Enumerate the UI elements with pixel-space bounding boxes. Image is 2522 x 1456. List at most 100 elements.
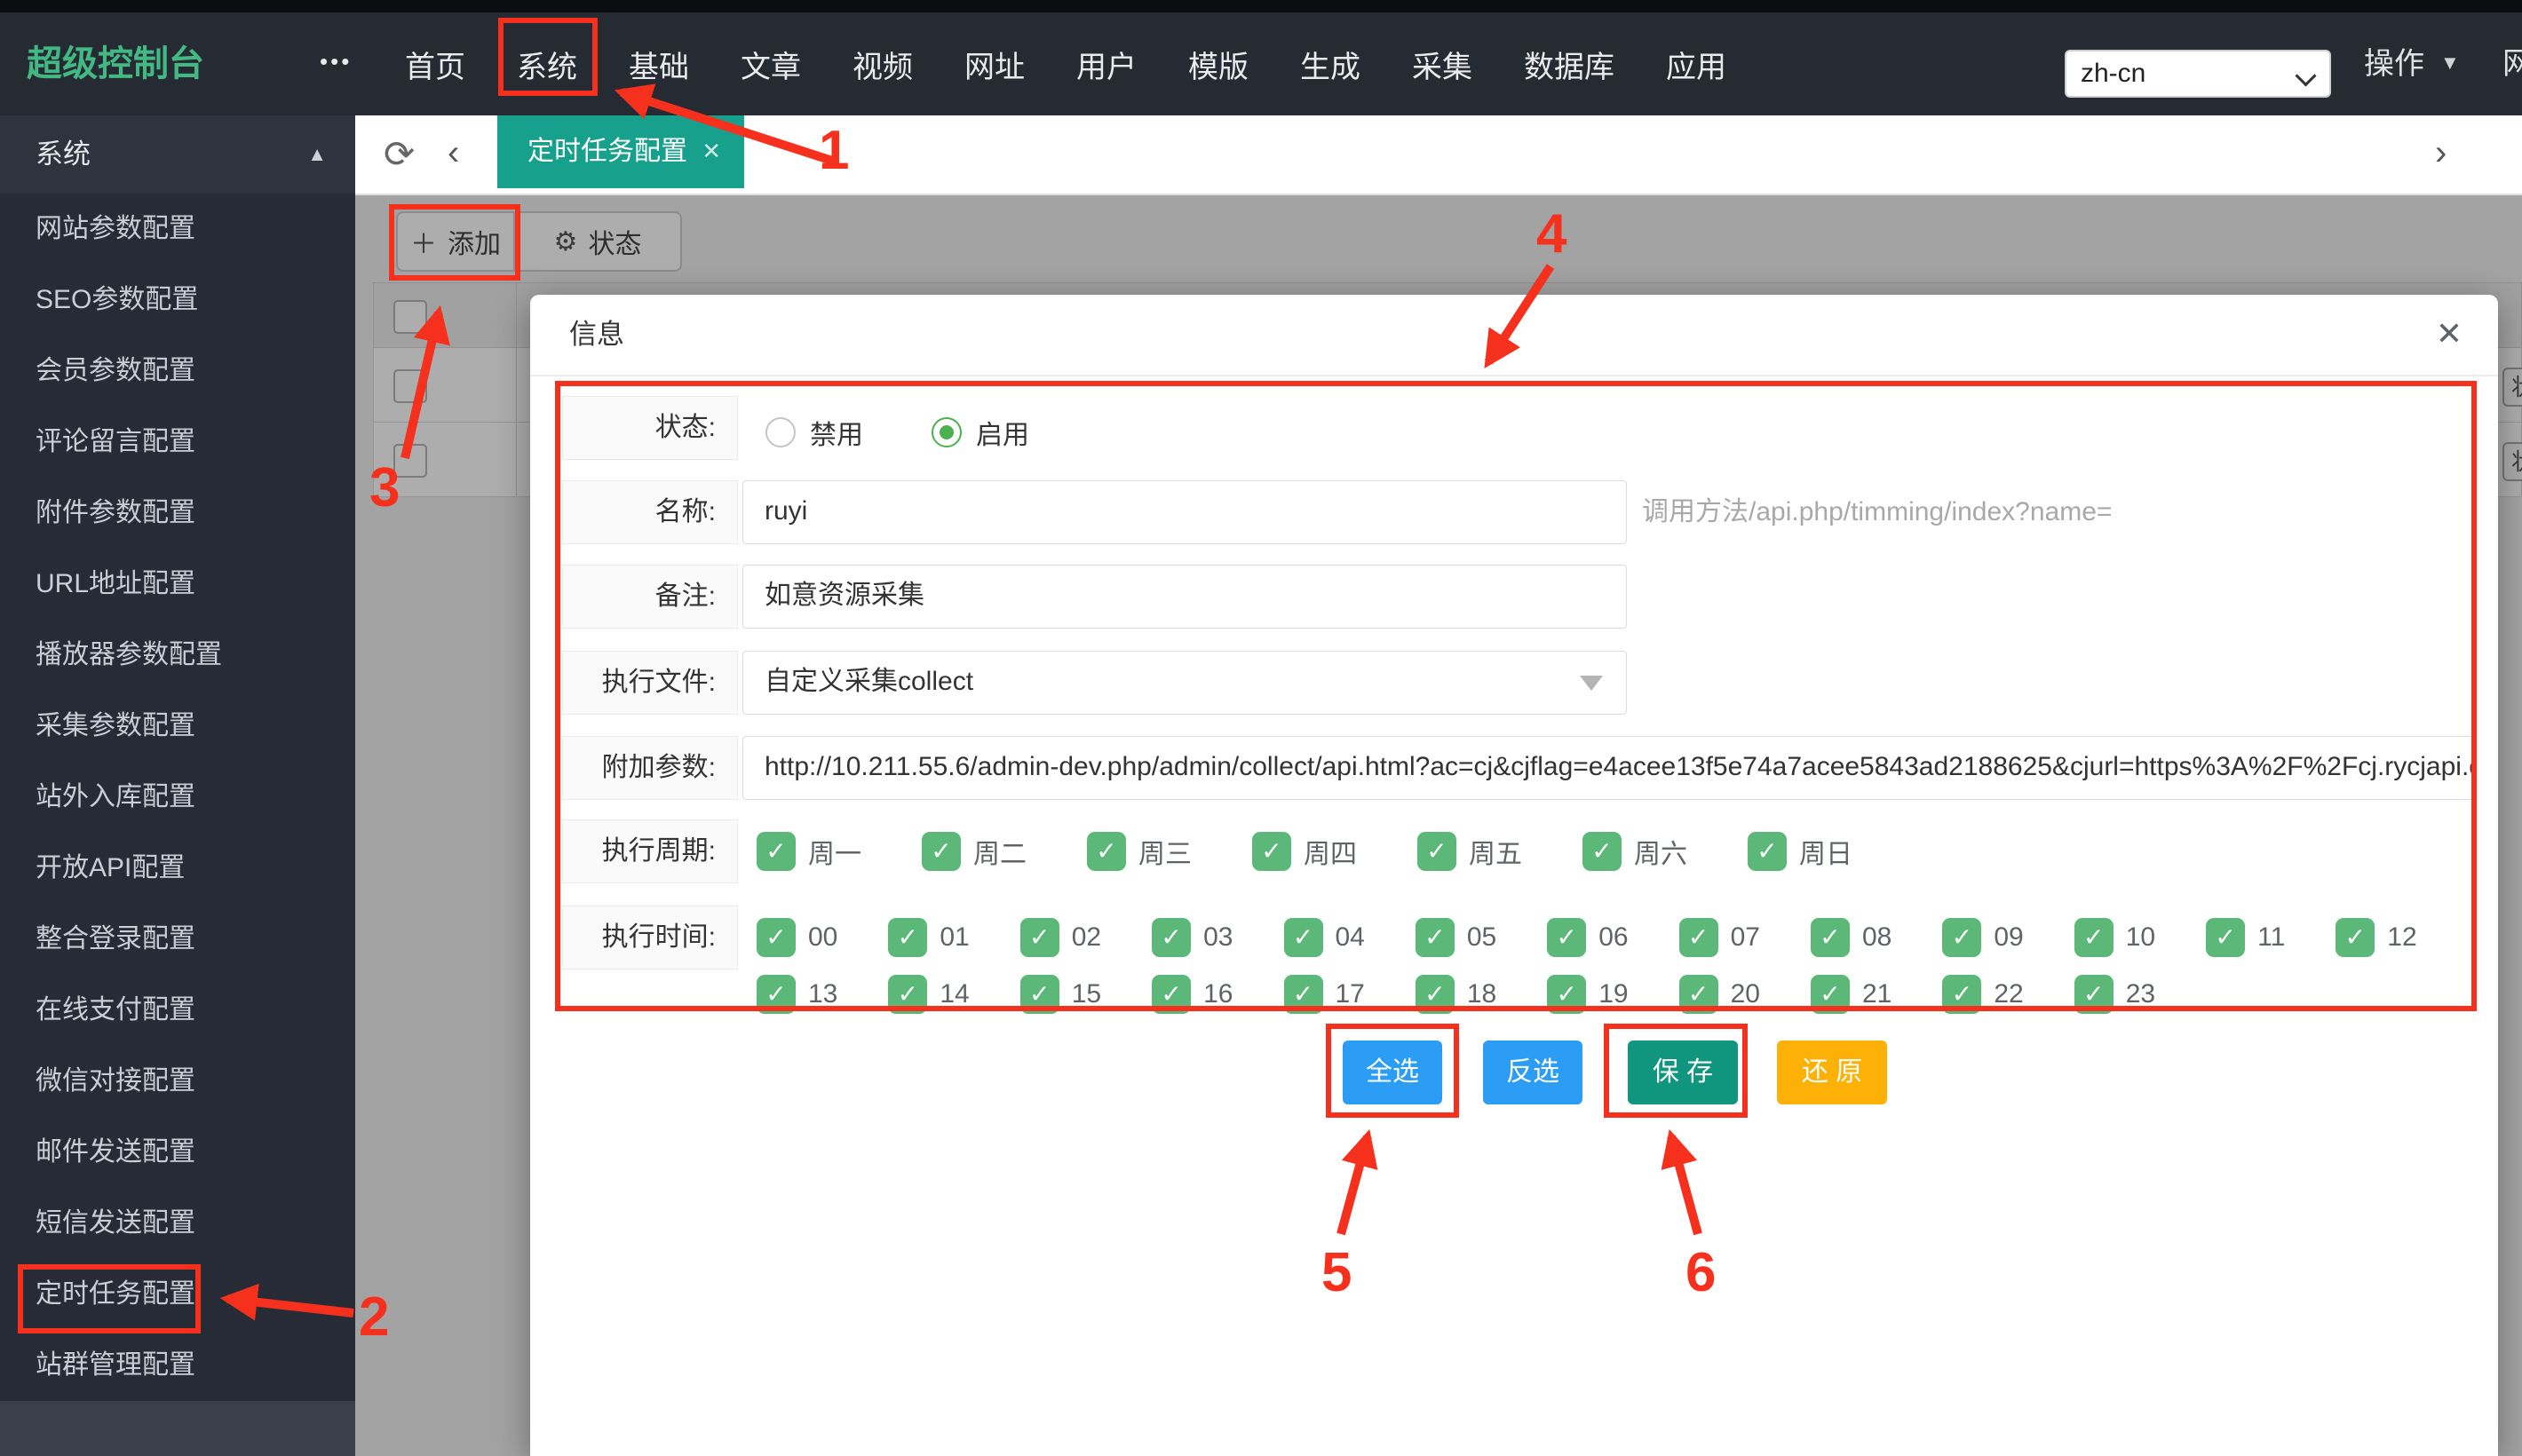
hour-checkbox[interactable]: ✓ 11 [2206, 918, 2285, 957]
radio-disable-label: 禁用 [810, 413, 863, 452]
nav-menu-item[interactable]: 文章 [741, 43, 801, 86]
hour-checkbox[interactable]: ✓ 09 [1942, 918, 2023, 957]
language-select-value: zh-cn [2081, 51, 2145, 96]
hour-label: 04 [1336, 922, 1365, 953]
save-button[interactable]: 保 存 [1628, 1041, 1738, 1104]
sidebar-menu-item[interactable]: 在线支付配置 [0, 975, 355, 1046]
radio-enable[interactable]: 启用 [932, 413, 1029, 452]
sidebar-menu-item[interactable]: 会员参数配置 [0, 336, 355, 407]
sidebar-group-header[interactable]: 系统 ▲ [0, 115, 355, 194]
nav-menu-item[interactable]: 生成 [1300, 43, 1360, 86]
sidebar-menu-item[interactable]: 邮件发送配置 [0, 1117, 355, 1188]
dropdown-caret-icon[interactable] [1580, 676, 1603, 691]
note-input[interactable]: 如意资源采集 [742, 565, 1627, 629]
hour-checkbox[interactable]: ✓ 22 [1942, 975, 2023, 1014]
sidebar-menu-item[interactable]: 附件参数配置 [0, 478, 355, 549]
hour-checkbox[interactable]: ✓ 13 [757, 975, 837, 1014]
weekday-checkbox[interactable]: ✓ 周六 [1582, 832, 1687, 871]
checkbox-checked-icon: ✓ [1417, 832, 1456, 871]
nav-menu-item[interactable]: 首页 [405, 43, 465, 86]
hours-checkbox-group-row2: ✓ 13 ✓ 14 ✓ 15 ✓ 16 ✓ 17 ✓ 18 ✓ 19 ✓ 20 … [757, 975, 2155, 1014]
sidebar-menu-item[interactable]: 站群管理配置 [0, 1330, 355, 1401]
weekday-checkbox[interactable]: ✓ 周三 [1087, 832, 1192, 871]
hour-checkbox[interactable]: ✓ 05 [1416, 918, 1496, 957]
nav-menu-item[interactable]: 采集 [1412, 43, 1472, 86]
nav-menu-item[interactable]: 用户 [1076, 43, 1137, 86]
nav-menu-item[interactable]: 视频 [853, 43, 913, 86]
hour-checkbox[interactable]: ✓ 15 [1020, 975, 1101, 1014]
hour-checkbox[interactable]: ✓ 10 [2074, 918, 2155, 957]
weekday-checkbox[interactable]: ✓ 周四 [1252, 832, 1357, 871]
action-dropdown[interactable]: 操作 [2364, 12, 2424, 115]
hour-checkbox[interactable]: ✓ 20 [1679, 975, 1760, 1014]
checkbox-checked-icon: ✓ [1679, 918, 1718, 957]
params-input[interactable]: http://10.211.55.6/admin-dev.php/admin/c… [742, 736, 2474, 800]
hours-checkbox-group-row1: ✓ 00 ✓ 01 ✓ 02 ✓ 03 ✓ 04 ✓ 05 ✓ 06 ✓ 07 … [757, 918, 2417, 957]
sidebar-menu-item[interactable]: URL地址配置 [0, 549, 355, 620]
radio-disable[interactable]: 禁用 [765, 413, 863, 452]
hour-label: 13 [808, 979, 837, 1009]
nav-menu-item[interactable]: 应用 [1666, 43, 1726, 86]
sidebar-menu-item[interactable]: 采集参数配置 [0, 691, 355, 762]
select-all-button[interactable]: 全选 [1343, 1041, 1442, 1104]
invert-selection-button[interactable]: 反选 [1483, 1041, 1582, 1104]
hour-checkbox[interactable]: ✓ 06 [1547, 918, 1628, 957]
sidebar-menu-item[interactable]: 微信对接配置 [0, 1046, 355, 1117]
nav-clipped-item[interactable]: 网 [2502, 12, 2522, 115]
sidebar-menu-item[interactable]: 定时任务配置 [0, 1259, 355, 1330]
nav-menu-item[interactable]: 基础 [629, 43, 689, 86]
hour-checkbox[interactable]: ✓ 17 [1284, 975, 1365, 1014]
language-select[interactable]: zh-cn [2065, 50, 2331, 98]
hour-label: 18 [1467, 979, 1496, 1009]
hour-checkbox[interactable]: ✓ 18 [1416, 975, 1496, 1014]
weekday-checkbox[interactable]: ✓ 周二 [922, 832, 1027, 871]
weekday-checkbox[interactable]: ✓ 周一 [757, 832, 861, 871]
nav-menu-item[interactable]: 模版 [1188, 43, 1249, 86]
hour-checkbox[interactable]: ✓ 02 [1020, 918, 1101, 957]
weekday-label: 周四 [1304, 832, 1357, 871]
tab-close-icon[interactable]: ✕ [702, 115, 721, 188]
hour-checkbox[interactable]: ✓ 04 [1284, 918, 1365, 957]
sidebar-menu-item[interactable]: 整合登录配置 [0, 904, 355, 975]
close-icon[interactable]: ✕ [2436, 295, 2463, 375]
nav-menu-item[interactable]: 系统 [517, 43, 577, 86]
hour-label: 06 [1598, 922, 1628, 953]
sidebar-menu-item[interactable]: SEO参数配置 [0, 265, 355, 336]
chevron-left-icon[interactable]: ‹ [448, 115, 459, 194]
hour-checkbox[interactable]: ✓ 01 [888, 918, 969, 957]
hour-label: 07 [1731, 922, 1760, 953]
tab-scheduled-tasks[interactable]: 定时任务配置 ✕ [497, 115, 744, 188]
sidebar-menu-item[interactable]: 短信发送配置 [0, 1188, 355, 1259]
nav-menu-item[interactable]: 网址 [964, 43, 1025, 86]
hour-checkbox[interactable]: ✓ 07 [1679, 918, 1760, 957]
sidebar-menu-item[interactable]: 站外入库配置 [0, 762, 355, 833]
checkbox-checked-icon: ✓ [1547, 918, 1586, 957]
exec-file-select[interactable]: 自定义采集collect [742, 651, 1627, 715]
sidebar-menu-item[interactable]: 开放API配置 [0, 833, 355, 904]
hour-checkbox[interactable]: ✓ 16 [1152, 975, 1233, 1014]
hour-checkbox[interactable]: ✓ 00 [757, 918, 837, 957]
sidebar-menu-item[interactable]: 评论留言配置 [0, 407, 355, 478]
hour-checkbox[interactable]: ✓ 23 [2074, 975, 2155, 1014]
hour-checkbox[interactable]: ✓ 21 [1811, 975, 1892, 1014]
hour-checkbox[interactable]: ✓ 19 [1547, 975, 1628, 1014]
hour-label: 23 [2126, 979, 2155, 1009]
hour-checkbox[interactable]: ✓ 08 [1811, 918, 1892, 957]
weekday-checkbox[interactable]: ✓ 周五 [1417, 832, 1522, 871]
hour-checkbox[interactable]: ✓ 12 [2336, 918, 2416, 957]
restore-button[interactable]: 还 原 [1777, 1041, 1887, 1104]
sidebar-menu-item[interactable]: 播放器参数配置 [0, 620, 355, 691]
chevron-right-icon[interactable]: › [2435, 115, 2447, 194]
hour-checkbox[interactable]: ✓ 14 [888, 975, 969, 1014]
sidebar-menu-item[interactable]: 网站参数配置 [0, 194, 355, 265]
refresh-icon[interactable]: ⟳ [384, 115, 415, 194]
top-navbar: 超级控制台 ••• 首页系统基础文章视频网址用户模版生成采集数据库应用 zh-c… [0, 12, 2522, 115]
name-field-hint: 调用方法/api.php/timming/index?name= [1642, 480, 2112, 544]
name-input[interactable]: ruyi [742, 480, 1627, 544]
name-field-label: 名称: [562, 480, 738, 544]
nav-menu-item[interactable]: 数据库 [1524, 43, 1614, 86]
weekday-checkbox[interactable]: ✓ 周日 [1748, 832, 1852, 871]
nav-more-icon[interactable]: ••• [320, 12, 352, 115]
sidebar-footer [0, 1401, 355, 1456]
hour-checkbox[interactable]: ✓ 03 [1152, 918, 1233, 957]
